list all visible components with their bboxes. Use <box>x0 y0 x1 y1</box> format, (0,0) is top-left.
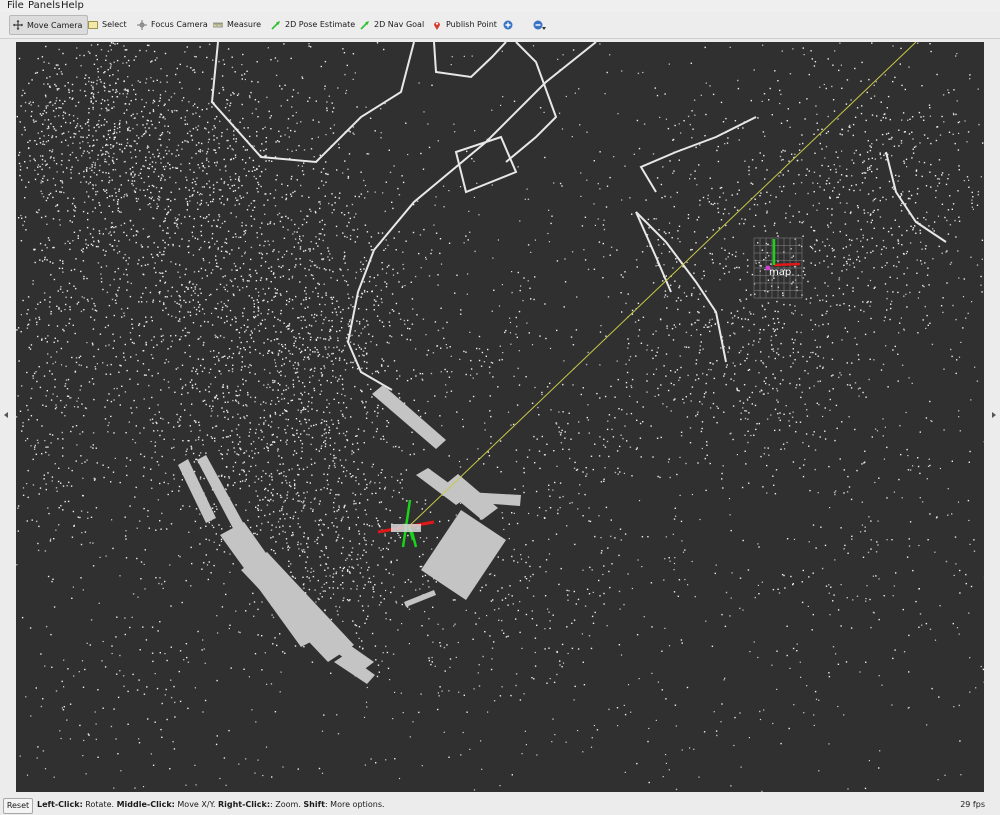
select-button[interactable]: Select <box>88 15 127 34</box>
left-panel-toggle-icon[interactable] <box>4 412 8 418</box>
menu-file[interactable]: File <box>7 0 24 12</box>
publish-point-label: Publish Point <box>446 20 497 29</box>
remove-tool-button[interactable] <box>533 15 547 34</box>
controls-hint: Left-Click: Rotate. Middle-Click: Move X… <box>37 798 385 812</box>
select-icon <box>88 20 98 30</box>
menu-help[interactable]: Help <box>61 0 84 12</box>
fps-counter: 29 fps <box>960 800 985 809</box>
3d-render-viewport[interactable]: map <box>16 42 984 792</box>
nav-goal-arrow-icon <box>360 20 370 30</box>
move-camera-icon <box>13 20 23 30</box>
map-pin-icon <box>432 20 442 30</box>
plus-icon <box>503 20 513 30</box>
move-camera-label: Move Camera <box>27 20 83 30</box>
focus-camera-label: Focus Camera <box>151 20 208 29</box>
menu-panels[interactable]: Panels <box>28 0 60 12</box>
select-label: Select <box>102 20 127 29</box>
hint-zoom-text: : Zoom. <box>270 800 304 809</box>
focus-camera-button[interactable]: Focus Camera <box>137 15 208 34</box>
scene-svg: map <box>16 42 984 792</box>
map-frame-label: map <box>769 267 791 278</box>
add-tool-button[interactable] <box>503 15 517 34</box>
hint-move-text: Move X/Y. <box>174 800 218 809</box>
nav-goal-label: 2D Nav Goal <box>374 20 425 29</box>
hint-shift-key: Shift <box>303 800 325 809</box>
hint-middle-click-key: Middle-Click: <box>116 800 175 809</box>
pose-estimate-label: 2D Pose Estimate <box>285 20 356 29</box>
nav-goal-button[interactable]: 2D Nav Goal <box>360 15 424 34</box>
toolbar: Move Camera Select Focus Camera Measure … <box>0 12 1000 39</box>
menubar: File Panels Help <box>0 0 1000 12</box>
hint-right-click-key: Right-Click: <box>217 800 271 809</box>
hint-rotate-text: Rotate. <box>82 800 117 809</box>
chevron-down-icon[interactable] <box>542 27 546 30</box>
hint-left-click-key: Left-Click: <box>37 800 83 809</box>
move-camera-button[interactable]: Move Camera <box>9 15 89 35</box>
hint-more-text: : More options. <box>324 800 385 809</box>
measure-icon <box>212 20 224 30</box>
right-panel-toggle-icon[interactable] <box>992 412 996 418</box>
focus-camera-icon <box>137 19 147 30</box>
reset-button[interactable]: Reset <box>3 798 33 814</box>
pose-arrow-icon <box>271 20 281 30</box>
publish-point-button[interactable]: Publish Point <box>432 15 497 34</box>
measure-button[interactable]: Measure <box>212 15 261 34</box>
measure-label: Measure <box>227 20 261 29</box>
pose-estimate-button[interactable]: 2D Pose Estimate <box>271 15 355 34</box>
status-bar: Reset Left-Click: Rotate. Middle-Click: … <box>0 795 1000 815</box>
